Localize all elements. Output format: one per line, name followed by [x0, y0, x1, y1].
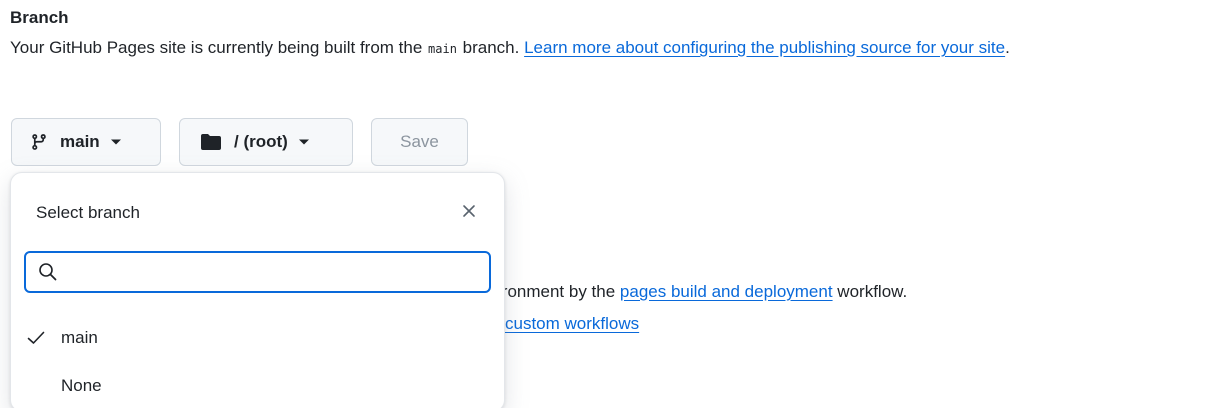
dropdown-title: Select branch	[36, 203, 140, 222]
save-button[interactable]: Save	[371, 118, 468, 166]
branch-option-main[interactable]: main	[11, 316, 504, 360]
search-icon	[38, 262, 58, 282]
branch-select-button[interactable]: main	[11, 118, 161, 166]
deployment-info-prefix: ironment by the	[498, 282, 620, 301]
branch-option-none[interactable]: None	[11, 364, 504, 408]
branch-option-label: None	[61, 376, 102, 395]
description-text-2: branch.	[457, 38, 525, 57]
branch-code: main	[428, 42, 457, 56]
description-text: Your GitHub Pages site is currently bein…	[10, 38, 428, 57]
branch-select-label: main	[60, 132, 100, 151]
pages-settings: Branch Your GitHub Pages site is current…	[0, 0, 1211, 408]
triangle-down-icon	[298, 138, 310, 146]
description-period: .	[1005, 38, 1010, 57]
section-title: Branch	[10, 8, 69, 27]
triangle-down-icon	[110, 138, 122, 146]
git-branch-icon	[30, 132, 48, 152]
custom-workflows-text: custom workflows	[505, 314, 639, 334]
branch-search-input[interactable]	[66, 254, 489, 290]
folder-select-button[interactable]: / (root)	[179, 118, 353, 166]
custom-workflows-link[interactable]: custom workflows	[505, 314, 639, 333]
pages-build-deployment-link[interactable]: pages build and deployment	[620, 282, 833, 301]
folder-icon	[200, 133, 222, 151]
branch-search-field[interactable]	[24, 251, 491, 293]
folder-select-label: / (root)	[234, 132, 288, 151]
close-icon[interactable]	[457, 199, 481, 223]
deployment-info-text: ironment by the pages build and deployme…	[498, 282, 907, 302]
learn-more-link[interactable]: Learn more about configuring the publish…	[524, 38, 1005, 57]
branch-option-label: main	[61, 328, 98, 347]
select-branch-dropdown: Select branch main None	[10, 172, 505, 408]
section-description: Your GitHub Pages site is currently bein…	[10, 34, 1205, 63]
check-icon	[27, 331, 49, 345]
deployment-info-suffix: workflow.	[832, 282, 908, 301]
